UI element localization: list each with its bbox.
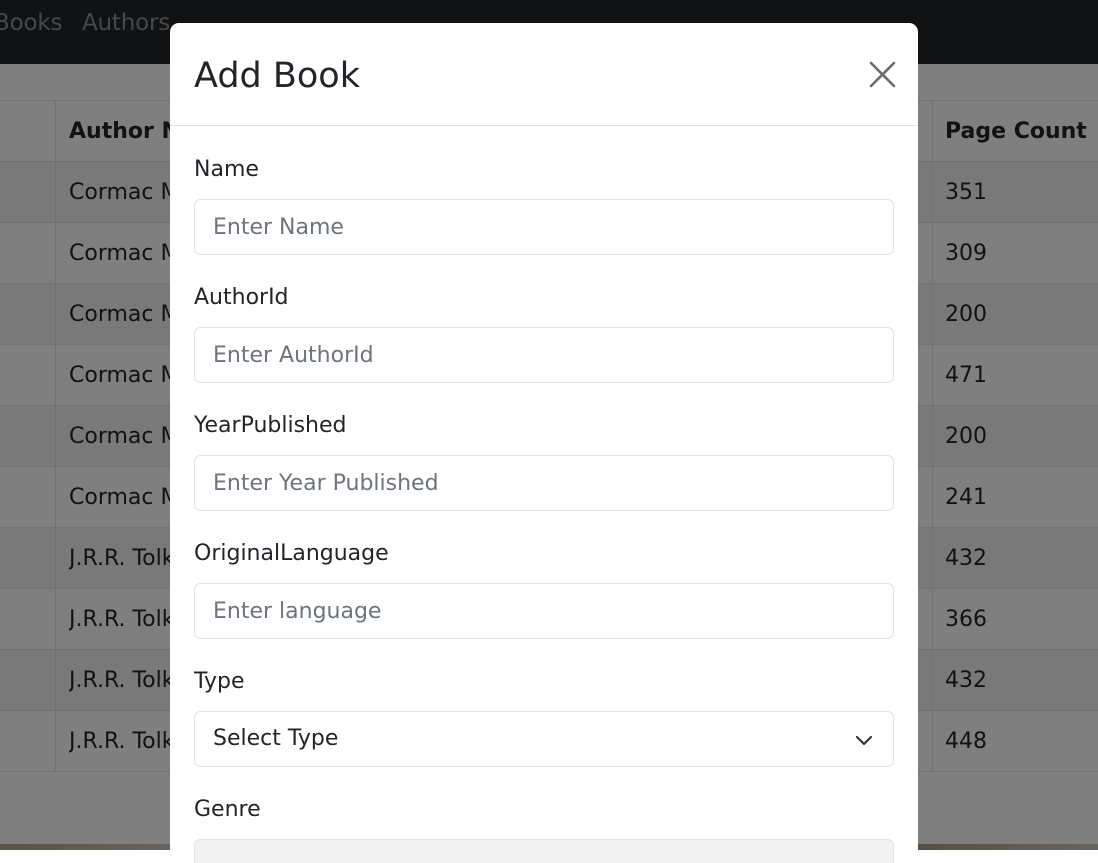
modal-title: Add Book — [194, 56, 360, 96]
original-language-input[interactable] — [194, 583, 894, 639]
year-published-label: YearPublished — [194, 413, 347, 438]
add-book-modal: Add Book Name AuthorId YearPublished Ori… — [170, 23, 918, 863]
name-input[interactable] — [194, 199, 894, 255]
genre-label: Genre — [194, 797, 261, 822]
modal-header: Add Book — [170, 23, 918, 126]
type-select[interactable]: Select Type — [194, 711, 894, 767]
author-id-input[interactable] — [194, 327, 894, 383]
original-language-label: OriginalLanguage — [194, 541, 389, 566]
type-label: Type — [194, 669, 245, 694]
chevron-down-icon — [855, 735, 873, 746]
name-label: Name — [194, 157, 259, 182]
genre-select[interactable] — [194, 839, 894, 863]
close-button[interactable] — [860, 55, 904, 99]
year-published-input[interactable] — [194, 455, 894, 511]
author-id-label: AuthorId — [194, 285, 289, 310]
type-select-value: Select Type — [213, 726, 339, 751]
close-icon — [869, 61, 896, 88]
